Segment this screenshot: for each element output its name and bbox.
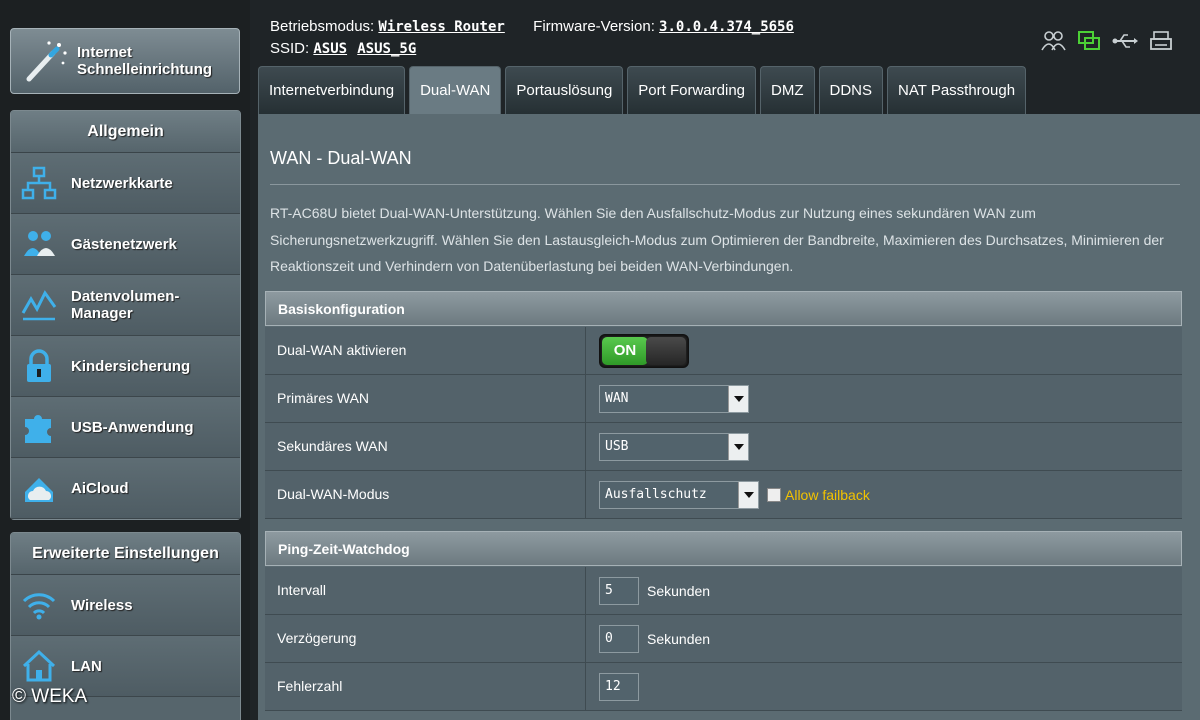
sidebar-item-traffic-manager[interactable]: Datenvolumen- Manager [11, 275, 240, 336]
wifi-icon [22, 593, 56, 620]
dual-wan-enable-label: Dual-WAN aktivieren [265, 327, 586, 374]
dual-wan-mode-label: Dual-WAN-Modus [265, 471, 586, 518]
delay-row: Verzögerung 0 Sekunden [265, 615, 1182, 663]
firmware-label: Firmware-Version: [533, 18, 655, 35]
sidebar: Internet Schnelleinrichtung Allgemein Ne… [0, 0, 250, 720]
fail-count-label: Fehlerzahl [265, 663, 586, 710]
tab-ddns[interactable]: DDNS [818, 66, 884, 114]
sidebar-item-label: USB-Anwendung [71, 418, 194, 436]
dual-wan-mode-value: Ausfallschutz [605, 487, 707, 502]
advanced-menu-header: Erweiterte Einstellungen [11, 533, 240, 575]
tab-bar: Internetverbindung Dual-WAN Portauslösun… [258, 66, 1027, 114]
dual-wan-mode-row: Dual-WAN-Modus Ausfallschutz Allow failb… [265, 471, 1182, 519]
sidebar-item-label: Netzwerkkarte [71, 174, 173, 192]
secondary-wan-row: Sekundäres WAN USB [265, 423, 1182, 471]
status-header: Betriebsmodus: Wireless Router Firmware-… [270, 16, 794, 60]
firmware-link[interactable]: 3.0.0.4.374_5656 [659, 19, 794, 35]
internet-status-icon[interactable] [1076, 30, 1102, 52]
dual-wan-mode-select[interactable]: Ausfallschutz [599, 480, 759, 509]
ssid-link-1[interactable]: ASUS [313, 41, 347, 57]
quick-setup-label: Internet Schnelleinrichtung [77, 44, 213, 78]
operation-mode-link[interactable]: Wireless Router [378, 19, 504, 35]
ssid-link-2[interactable]: ASUS_5G [357, 41, 416, 57]
sidebar-item-label: AiCloud [71, 479, 129, 497]
dual-wan-enable-row: Dual-WAN aktivieren ON [265, 327, 1182, 375]
secondary-wan-label: Sekundäres WAN [265, 423, 586, 470]
title-divider [270, 184, 1180, 185]
page-title: WAN - Dual-WAN [270, 148, 412, 168]
chevron-down-icon [728, 433, 748, 460]
interval-row: Intervall 5 Sekunden [265, 567, 1182, 615]
general-menu: Allgemein Netzwerkkarte Gästenetzwerk Da… [10, 110, 241, 520]
interval-input[interactable]: 5 [599, 576, 639, 605]
sidebar-item-label: Datenvolumen- Manager [71, 288, 180, 322]
delay-label: Verzögerung [265, 615, 586, 662]
operation-mode-label: Betriebsmodus: [270, 18, 375, 35]
tab-internet-connection[interactable]: Internetverbindung [258, 66, 406, 114]
guest-network-icon [24, 231, 55, 256]
chevron-down-icon [738, 481, 758, 508]
sidebar-item-guest-network[interactable]: Gästenetzwerk [11, 214, 240, 275]
traffic-manager-icon [21, 290, 57, 321]
allow-failback-label: Allow failback [785, 486, 870, 503]
fail-count-row: Fehlerzahl 12 [265, 663, 1182, 711]
delay-input[interactable]: 0 [599, 624, 639, 653]
sidebar-item-label: Gästenetzwerk [71, 235, 177, 253]
cloud-icon [25, 478, 53, 502]
secondary-wan-select[interactable]: USB [599, 432, 749, 461]
ssid-label: SSID: [270, 40, 310, 57]
fail-count-input[interactable]: 12 [599, 672, 639, 701]
toggle-knob [646, 336, 686, 365]
interval-unit: Sekunden [647, 582, 711, 599]
tab-port-forwarding[interactable]: Port Forwarding [627, 66, 757, 114]
sidebar-item-aicloud[interactable]: AiCloud [11, 458, 240, 519]
tab-nat-passthrough[interactable]: NAT Passthrough [887, 66, 1027, 114]
ping-watchdog-header: Ping-Zeit-Watchdog [265, 531, 1182, 566]
sidebar-item-label: Wireless [71, 596, 133, 614]
watermark: © WEKA [12, 686, 88, 707]
sidebar-item-usb-application[interactable]: USB-Anwendung [11, 397, 240, 458]
chevron-down-icon [728, 385, 748, 412]
delay-unit: Sekunden [647, 630, 711, 647]
home-icon [22, 649, 56, 682]
status-icons [1040, 30, 1174, 52]
lock-icon [27, 349, 51, 382]
usb-icon[interactable] [1112, 30, 1138, 52]
secondary-wan-value: USB [605, 439, 629, 454]
clients-icon[interactable] [1040, 30, 1066, 52]
sidebar-item-label: Kindersicherung [71, 357, 191, 375]
magic-wand-icon [26, 41, 67, 82]
general-menu-header: Allgemein [11, 111, 240, 153]
printer-icon[interactable] [1148, 30, 1174, 52]
sidebar-item-wireless[interactable]: Wireless [11, 575, 240, 636]
sidebar-item-parental-control[interactable]: Kindersicherung [11, 336, 240, 397]
primary-wan-select[interactable]: WAN [599, 384, 749, 413]
dual-wan-toggle[interactable]: ON [599, 333, 689, 368]
quick-internet-setup-button[interactable]: Internet Schnelleinrichtung [10, 28, 240, 94]
page-description: RT-AC68U bietet Dual-WAN-Unterstützung. … [270, 205, 1164, 274]
main-content: WAN - Dual-WAN RT-AC68U bietet Dual-WAN-… [258, 114, 1200, 720]
primary-wan-label: Primäres WAN [265, 375, 586, 422]
sidebar-item-network-map[interactable]: Netzwerkkarte [11, 153, 240, 214]
tab-dmz[interactable]: DMZ [760, 66, 815, 114]
basic-config-header: Basiskonfiguration [265, 291, 1182, 326]
allow-failback-checkbox[interactable] [767, 487, 781, 502]
interval-label: Intervall [265, 567, 586, 614]
sidebar-item-label: LAN [71, 657, 102, 675]
tab-dual-wan[interactable]: Dual-WAN [409, 66, 502, 114]
tab-port-trigger[interactable]: Portauslösung [505, 66, 624, 114]
network-map-icon [21, 166, 57, 200]
primary-wan-row: Primäres WAN WAN [265, 375, 1182, 423]
toggle-on-text: ON [602, 336, 648, 365]
puzzle-icon [25, 415, 51, 443]
primary-wan-value: WAN [605, 391, 629, 406]
